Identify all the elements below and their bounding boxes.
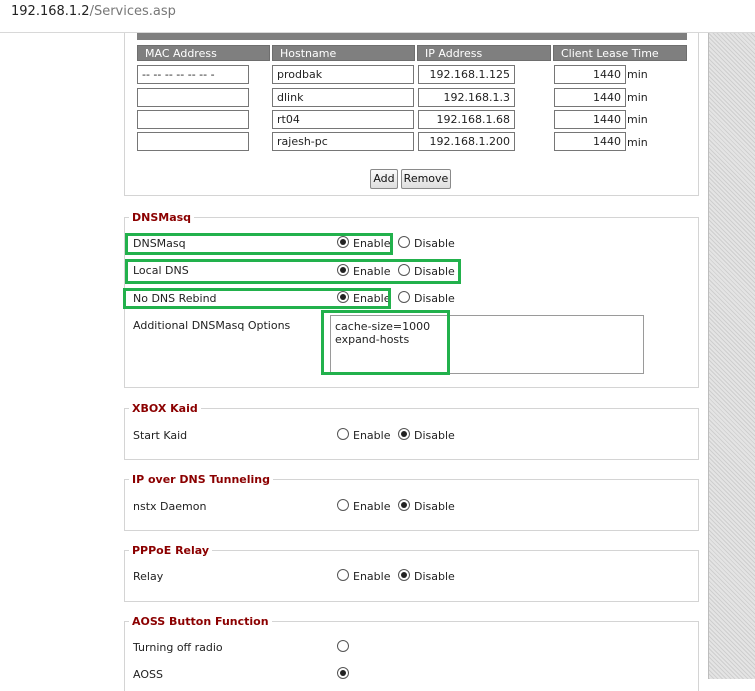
turning-off-radio-option[interactable] <box>337 640 349 652</box>
nstx-daemon-enable-radio[interactable] <box>337 499 349 511</box>
mac-field[interactable] <box>137 110 249 129</box>
pppoe-relay-panel <box>124 550 699 602</box>
no-dns-rebind-enable-radio[interactable] <box>337 291 349 303</box>
hostname-field[interactable]: rajesh-pc <box>272 132 414 151</box>
col-header-lease-time: Client Lease Time <box>553 45 687 61</box>
lease-unit: min <box>627 91 648 104</box>
col-header-hostname: Hostname <box>272 45 415 61</box>
start-kaid-enable-label: Enable <box>353 429 391 442</box>
nstx-daemon-enable-label: Enable <box>353 500 391 513</box>
ip-field[interactable]: 192.168.1.68 <box>418 110 515 129</box>
start-kaid-label: Start Kaid <box>133 429 188 442</box>
relay-label: Relay <box>133 570 164 583</box>
additional-options-label: Additional DNSMasq Options <box>133 319 291 332</box>
static-leases-legend-cut <box>137 33 687 40</box>
lease-unit: min <box>627 113 648 126</box>
dnsmasq-legend: DNSMasq <box>129 211 195 224</box>
nstx-daemon-disable-label: Disable <box>414 500 455 513</box>
page-scroll-gutter[interactable] <box>708 33 755 679</box>
aoss-option[interactable] <box>337 667 349 679</box>
hostname-field[interactable]: rt04 <box>272 110 414 129</box>
aoss-legend: AOSS Button Function <box>129 615 272 628</box>
local-dns-enable-radio[interactable] <box>337 264 349 276</box>
dnsmasq-enable-label: Enable <box>353 237 391 250</box>
relay-disable-radio[interactable] <box>398 569 410 581</box>
lease-unit: min <box>627 68 648 81</box>
additional-options-textarea[interactable]: cache-size=1000 expand-hosts <box>330 315 644 374</box>
no-dns-rebind-label: No DNS Rebind <box>133 292 217 305</box>
no-dns-rebind-enable-label: Enable <box>353 292 391 305</box>
aoss-label: AOSS <box>133 668 163 681</box>
lease-field[interactable]: 1440 <box>554 88 626 107</box>
nstx-daemon-label: nstx Daemon <box>133 500 207 513</box>
mac-field[interactable] <box>137 132 249 151</box>
aoss-panel <box>124 621 699 691</box>
ip-field[interactable]: 192.168.1.200 <box>418 132 515 151</box>
url-host: 192.168.1.2 <box>11 4 90 19</box>
lease-unit: min <box>627 136 648 149</box>
start-kaid-enable-radio[interactable] <box>337 428 349 440</box>
address-bar[interactable]: 192.168.1.2/Services.asp <box>0 0 755 33</box>
xbox-kaid-legend: XBOX Kaid <box>129 402 201 415</box>
pppoe-relay-legend: PPPoE Relay <box>129 544 213 557</box>
turning-off-radio-label: Turning off radio <box>133 641 223 654</box>
local-dns-enable-label: Enable <box>353 265 391 278</box>
hostname-field[interactable]: prodbak <box>272 65 414 84</box>
no-dns-rebind-disable-label: Disable <box>414 292 455 305</box>
ip-field[interactable]: 192.168.1.125 <box>418 65 515 84</box>
lease-field[interactable]: 1440 <box>554 110 626 129</box>
url-path: /Services.asp <box>89 4 176 19</box>
remove-lease-button[interactable]: Remove <box>401 169 451 189</box>
dnsmasq-enable-radio[interactable] <box>337 236 349 248</box>
relay-enable-label: Enable <box>353 570 391 583</box>
col-header-mac: MAC Address <box>137 45 270 61</box>
mac-field[interactable] <box>137 88 249 107</box>
no-dns-rebind-disable-radio[interactable] <box>398 291 410 303</box>
start-kaid-disable-radio[interactable] <box>398 428 410 440</box>
xbox-kaid-panel <box>124 408 699 460</box>
mac-field[interactable]: -- -- -- -- -- -- - <box>137 65 249 84</box>
dns-tunneling-legend: IP over DNS Tunneling <box>129 473 274 486</box>
dnsmasq-disable-label: Disable <box>414 237 455 250</box>
relay-disable-label: Disable <box>414 570 455 583</box>
lease-field[interactable]: 1440 <box>554 132 626 151</box>
nstx-daemon-disable-radio[interactable] <box>398 499 410 511</box>
add-lease-button[interactable]: Add <box>370 169 398 189</box>
lease-field[interactable]: 1440 <box>554 65 626 84</box>
ip-field[interactable]: 192.168.1.3 <box>418 88 515 107</box>
dnsmasq-disable-radio[interactable] <box>398 236 410 248</box>
local-dns-disable-radio[interactable] <box>398 264 410 276</box>
relay-enable-radio[interactable] <box>337 569 349 581</box>
dnsmasq-label: DNSMasq <box>133 237 186 250</box>
hostname-field[interactable]: dlink <box>272 88 414 107</box>
local-dns-label: Local DNS <box>133 264 189 277</box>
local-dns-disable-label: Disable <box>414 265 455 278</box>
start-kaid-disable-label: Disable <box>414 429 455 442</box>
col-header-ip: IP Address <box>417 45 551 61</box>
dns-tunneling-panel <box>124 479 699 531</box>
